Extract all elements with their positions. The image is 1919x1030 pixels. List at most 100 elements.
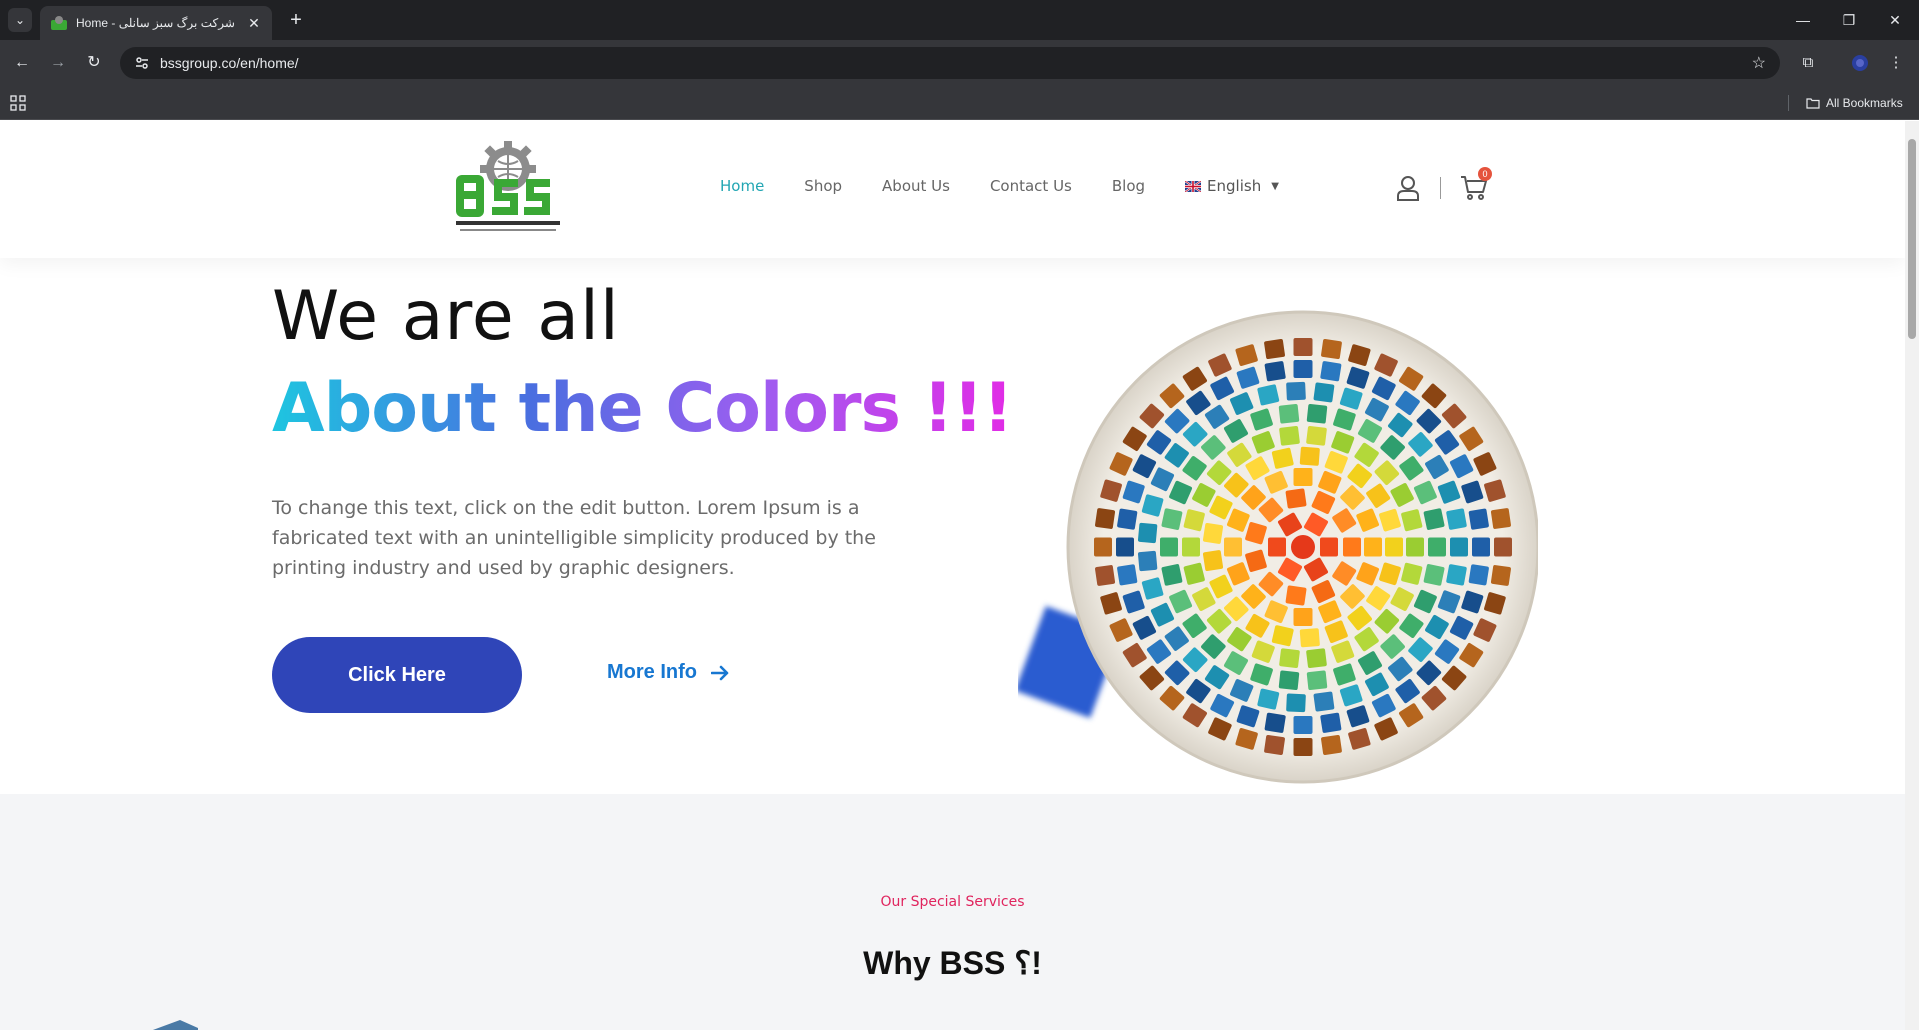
more-info-label: More Info	[607, 661, 697, 683]
mosaic-tile	[1285, 585, 1307, 606]
close-icon[interactable]: ✕	[246, 15, 262, 32]
bss-logo[interactable]	[452, 139, 564, 239]
mosaic-tile	[1468, 508, 1489, 530]
mosaic-tile	[1321, 734, 1342, 755]
mosaic-tile	[1285, 488, 1307, 509]
site-header: Home Shop About Us Contact Us Blog Engli…	[0, 121, 1905, 258]
mosaic-tile	[1202, 522, 1224, 544]
nav-shop[interactable]: Shop	[804, 177, 842, 195]
bookmarks-bar: All Bookmarks	[0, 86, 1919, 120]
more-info-link[interactable]: More Info	[607, 661, 729, 684]
mosaic-tile	[1117, 564, 1138, 586]
scrollbar-thumb[interactable]	[1908, 139, 1916, 339]
mosaic-tile	[1137, 550, 1158, 572]
arrow-right-icon	[711, 665, 729, 680]
mosaic-tile	[1313, 382, 1335, 403]
mosaic-tile	[1264, 361, 1286, 382]
mosaic-tile	[1293, 716, 1313, 734]
mosaic-tile	[1278, 403, 1300, 424]
site-info-icon[interactable]	[134, 55, 150, 71]
mosaic-tile	[1343, 537, 1361, 557]
mosaic-tile	[1286, 693, 1306, 713]
mosaic-tile	[1293, 360, 1313, 378]
profile-icon[interactable]	[1848, 51, 1872, 75]
mosaic-tile	[1160, 537, 1178, 557]
mosaic-tile	[1137, 522, 1158, 544]
apps-icon[interactable]	[10, 95, 26, 111]
mosaic-tile	[1299, 446, 1320, 466]
all-bookmarks-label: All Bookmarks	[1826, 96, 1903, 110]
all-bookmarks-button[interactable]: All Bookmarks	[1806, 94, 1903, 112]
decorative-shape	[152, 1020, 198, 1030]
mosaic-tile	[1299, 628, 1320, 648]
extensions-icon[interactable]: ⧉	[1796, 51, 1820, 75]
close-window-icon[interactable]: ✕	[1872, 8, 1918, 32]
nav-about[interactable]: About Us	[882, 177, 950, 195]
mosaic-tile	[1293, 468, 1313, 486]
tab-search-icon[interactable]: ⌄	[8, 8, 32, 32]
mosaic-tile	[1320, 361, 1342, 382]
mosaic-tile	[1472, 537, 1490, 557]
mosaic-tile	[1490, 508, 1511, 529]
mosaic-tile	[1264, 734, 1285, 755]
mosaic-tile	[1313, 691, 1335, 712]
mosaic-center-tile	[1291, 535, 1315, 559]
uk-flag-icon	[1185, 180, 1202, 192]
click-here-button[interactable]: Click Here	[272, 637, 522, 713]
mosaic-tile	[1364, 537, 1382, 557]
site-favicon-icon	[51, 16, 67, 30]
services-kicker: Our Special Services	[880, 894, 1025, 910]
mosaic-tile	[1468, 564, 1489, 586]
mosaic-tile	[1117, 508, 1138, 530]
nav-blog[interactable]: Blog	[1112, 177, 1145, 195]
url-text: bssgroup.co/en/home/	[160, 55, 299, 71]
mosaic-tile	[1293, 338, 1313, 356]
mosaic-tile	[1264, 712, 1286, 733]
reload-icon[interactable]: ↻	[82, 51, 106, 75]
back-icon[interactable]: ←	[10, 51, 34, 75]
mosaic-tile	[1428, 537, 1446, 557]
mosaic-tile	[1182, 537, 1200, 557]
folder-icon	[1806, 98, 1820, 109]
mosaic-tile	[1450, 537, 1468, 557]
forward-icon[interactable]: →	[46, 51, 70, 75]
mosaic-tile	[1278, 670, 1300, 691]
browser-tab-bar: ⌄ Home - شرکت برگ سبز سانلی ✕ + — ❐ ✕	[0, 0, 1919, 40]
tab-title: Home - شرکت برگ سبز سانلی	[76, 16, 235, 30]
cart-count-badge: 0	[1478, 167, 1492, 181]
mosaic-tile	[1264, 339, 1285, 360]
nav-home[interactable]: Home	[720, 177, 764, 195]
header-separator	[1440, 177, 1441, 199]
services-title: Why BSS ؟!	[863, 945, 1042, 981]
mosaic-tile	[1224, 537, 1242, 557]
browser-toolbar: ← → ↻ bssgroup.co/en/home/ ☆ ⧉ ⋮	[0, 40, 1919, 86]
nav-contact[interactable]: Contact Us	[990, 177, 1072, 195]
address-bar[interactable]: bssgroup.co/en/home/ ☆	[120, 47, 1780, 79]
mosaic-tile	[1095, 508, 1116, 529]
menu-icon[interactable]: ⋮	[1884, 51, 1908, 75]
mosaic-tile	[1446, 564, 1467, 586]
mosaic-tile	[1406, 537, 1424, 557]
mosaic-tile	[1268, 537, 1286, 557]
user-icon[interactable]	[1396, 175, 1420, 201]
mosaic-tile	[1306, 403, 1328, 424]
hero-description: To change this text, click on the edit b…	[272, 497, 876, 579]
mosaic-tile	[1306, 670, 1328, 691]
minimize-icon[interactable]: —	[1780, 8, 1826, 32]
browser-tab[interactable]: Home - شرکت برگ سبز سانلی ✕	[40, 6, 272, 40]
hero-heading-line2: About the Colors !!!	[272, 369, 1014, 448]
language-label: English	[1207, 177, 1262, 195]
mosaic-tile	[1306, 425, 1327, 446]
star-icon[interactable]: ☆	[1752, 53, 1766, 73]
services-section: Our Special Services Why BSS ؟!	[0, 794, 1905, 1030]
mosaic-plate-image	[1018, 310, 1538, 784]
mosaic-tile	[1279, 425, 1300, 446]
restore-icon[interactable]: ❐	[1826, 8, 1872, 32]
mosaic-tile	[1321, 339, 1342, 360]
page-scrollbar[interactable]	[1905, 121, 1919, 1030]
mosaic-tile	[1320, 712, 1342, 733]
mosaic-tile	[1202, 550, 1224, 572]
plus-icon[interactable]: +	[284, 8, 308, 32]
hero-heading-line1: We are all	[272, 277, 620, 356]
language-switcher[interactable]: English ▼	[1185, 177, 1279, 195]
